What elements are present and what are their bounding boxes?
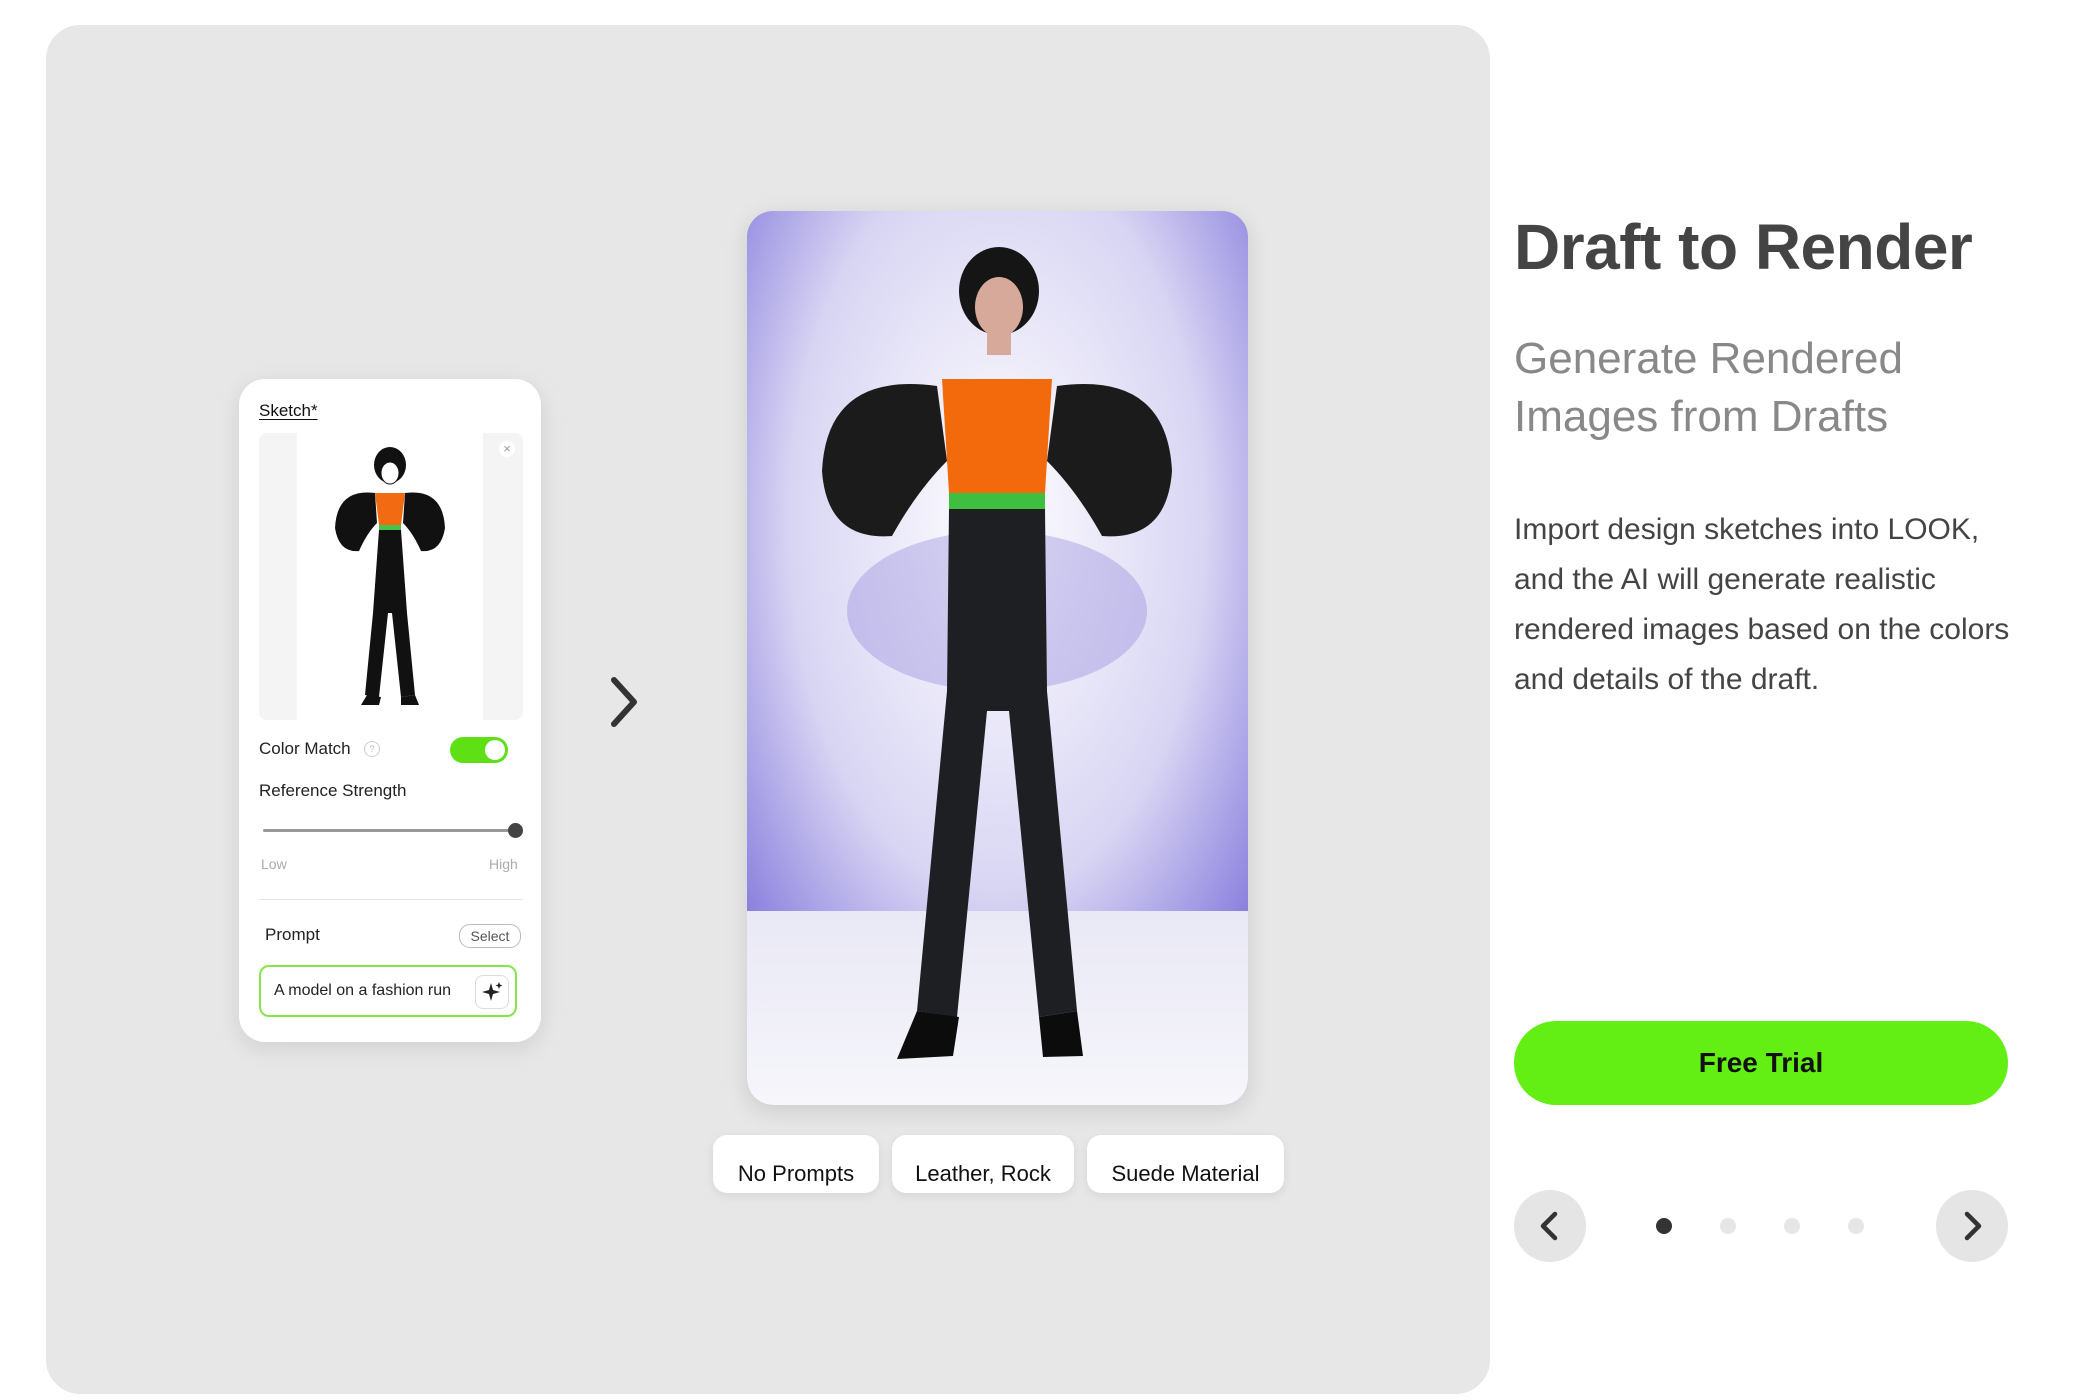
next-slide-button[interactable]: [1936, 1190, 2008, 1262]
chip-no-prompts[interactable]: No Prompts: [713, 1135, 879, 1193]
pagination-dot-4[interactable]: [1848, 1218, 1864, 1234]
color-match-toggle[interactable]: [450, 737, 508, 763]
prompt-input[interactable]: A model on a fashion run: [259, 965, 517, 1017]
chip-leather-rock[interactable]: Leather, Rock: [892, 1135, 1074, 1193]
pagination-dot-1[interactable]: [1656, 1218, 1672, 1234]
sketch-title: Sketch*: [259, 401, 318, 420]
chip-suede-material[interactable]: Suede Material: [1087, 1135, 1284, 1193]
prev-slide-button[interactable]: [1514, 1190, 1586, 1262]
feature-subtitle: Generate Rendered Images from Drafts: [1514, 334, 1903, 441]
feature-description: Import design sketches into LOOK, and th…: [1514, 513, 2010, 696]
slider-low-label: Low: [261, 856, 287, 872]
reference-strength-label: Reference Strength: [259, 781, 407, 800]
prompt-input-text[interactable]: A model on a fashion run: [274, 982, 476, 1000]
pagination-dot-2[interactable]: [1720, 1218, 1736, 1234]
pagination-dot-3[interactable]: [1784, 1218, 1800, 1234]
chevron-right-icon: [604, 672, 644, 732]
prompt-select-button[interactable]: Select: [459, 924, 521, 948]
color-match-label: Color Match: [259, 739, 351, 758]
feature-title: Draft to Render: [1514, 211, 1973, 283]
divider: [259, 899, 523, 900]
free-trial-button[interactable]: Free Trial: [1514, 1021, 2008, 1105]
toggle-knob: [485, 740, 505, 760]
sketch-drawing: [335, 447, 445, 705]
sketch-image: [297, 433, 483, 720]
strength-slider-track[interactable]: [263, 829, 517, 832]
sparkle-icon[interactable]: [475, 975, 509, 1009]
sketch-panel: Sketch* × Color Match ? Reference Streng…: [239, 379, 541, 1042]
prompt-label: Prompt: [265, 925, 320, 944]
slider-high-label: High: [489, 856, 518, 872]
sketch-upload-area[interactable]: ×: [259, 433, 523, 720]
chevron-left-icon: [1540, 1211, 1558, 1241]
close-icon[interactable]: ×: [499, 441, 515, 457]
strength-slider-handle[interactable]: [508, 823, 523, 838]
chevron-right-icon: [1964, 1211, 1982, 1241]
rendered-image: [747, 211, 1248, 1105]
help-icon[interactable]: ?: [364, 741, 380, 757]
